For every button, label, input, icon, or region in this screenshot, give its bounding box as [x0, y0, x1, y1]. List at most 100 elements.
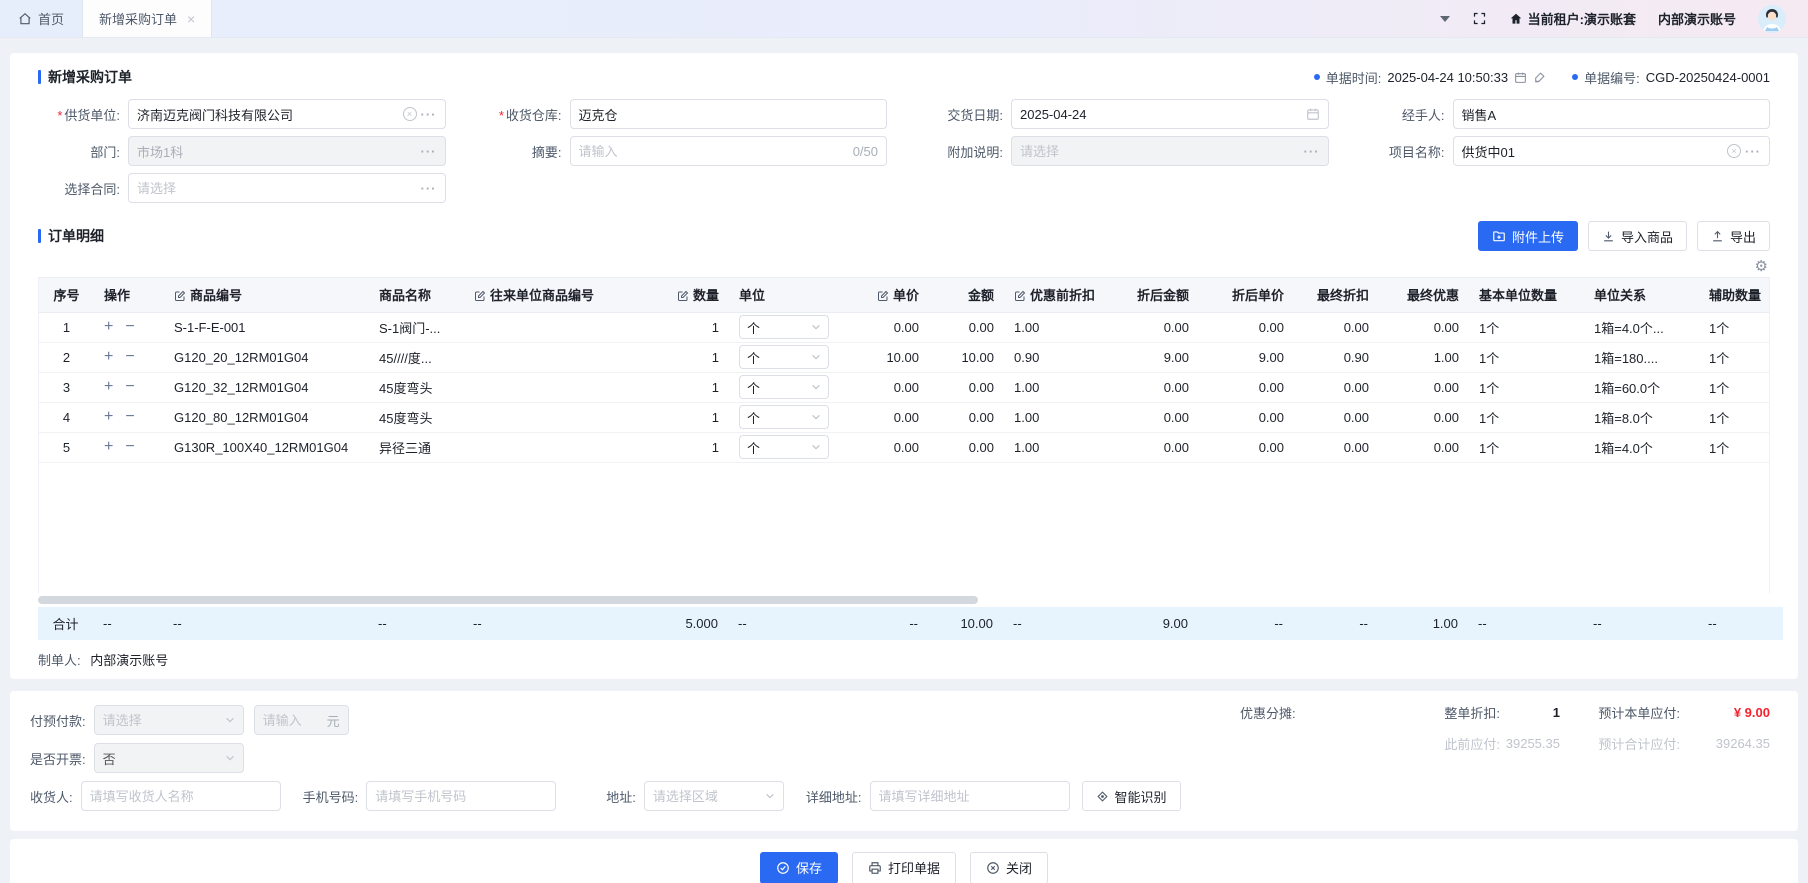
unit-select[interactable]: 个 [739, 435, 829, 459]
cell-pre-discount[interactable]: 0.90 [1004, 342, 1109, 372]
cell-partner-product-code[interactable] [464, 402, 639, 432]
dropdown-caret-icon[interactable] [1440, 16, 1450, 22]
extra-note-input[interactable] [1020, 144, 1298, 159]
cell-partner-product-code[interactable] [464, 432, 639, 462]
add-row-button[interactable]: + [104, 318, 113, 335]
unit-select[interactable]: 个 [739, 315, 829, 339]
summary-field[interactable]: 0/50 [570, 136, 888, 166]
cell-product-code[interactable]: G120_80_12RM01G04 [164, 402, 369, 432]
handler-field[interactable] [1453, 99, 1771, 129]
cell-partner-product-code[interactable] [464, 312, 639, 342]
add-row-button[interactable]: + [104, 438, 113, 455]
supplier-field[interactable]: × ··· [128, 99, 446, 129]
delivery-date-input[interactable] [1020, 107, 1300, 122]
unit-select[interactable]: 个 [739, 345, 829, 369]
supplier-input[interactable] [137, 107, 397, 122]
contract-input[interactable] [137, 181, 415, 196]
contract-field[interactable]: ··· [128, 173, 446, 203]
handler-input[interactable] [1462, 107, 1762, 122]
cell-unit-price[interactable]: 0.00 [839, 372, 929, 402]
fullscreen-icon[interactable] [1472, 11, 1487, 26]
cell-quantity[interactable]: 1 [639, 432, 729, 462]
phone-input[interactable] [375, 789, 547, 804]
cell-partner-product-code[interactable] [464, 372, 639, 402]
add-row-button[interactable]: + [104, 408, 113, 425]
add-row-button[interactable]: + [104, 348, 113, 365]
prepay-select[interactable] [94, 705, 244, 735]
cell-product-code[interactable]: G120_32_12RM01G04 [164, 372, 369, 402]
calendar-icon[interactable] [1306, 107, 1320, 121]
cell-pre-discount[interactable]: 1.00 [1004, 402, 1109, 432]
invoice-select[interactable] [94, 743, 244, 773]
cell-unit-price[interactable]: 0.00 [839, 432, 929, 462]
table-settings-icon[interactable]: ⚙ [1755, 257, 1768, 275]
warehouse-field[interactable] [570, 99, 888, 129]
remove-row-button[interactable]: − [125, 408, 134, 425]
smart-recognize-button[interactable]: 智能识别 [1082, 781, 1181, 811]
cell-unit[interactable]: 个 [729, 312, 839, 342]
remove-row-button[interactable]: − [125, 348, 134, 365]
user-avatar[interactable] [1758, 5, 1786, 33]
save-button[interactable]: 保存 [760, 852, 838, 883]
cell-quantity[interactable]: 1 [639, 372, 729, 402]
delivery-date-field[interactable] [1011, 99, 1329, 129]
detail-address-field[interactable] [870, 781, 1070, 811]
invoice-select-input[interactable] [103, 751, 219, 766]
export-button[interactable]: 导出 [1697, 221, 1770, 251]
prepay-select-input[interactable] [103, 713, 219, 728]
unit-select[interactable]: 个 [739, 405, 829, 429]
cell-partner-product-code[interactable] [464, 342, 639, 372]
calendar-icon[interactable] [1514, 71, 1527, 84]
address-select[interactable] [644, 781, 784, 811]
cell-unit[interactable]: 个 [729, 342, 839, 372]
summary-input[interactable] [579, 144, 847, 159]
cell-actions[interactable]: +− [94, 432, 164, 462]
account-name[interactable]: 内部演示账号 [1658, 9, 1736, 28]
horizontal-scrollbar[interactable] [38, 596, 1770, 604]
receiver-field[interactable] [81, 781, 281, 811]
more-options-icon[interactable]: ··· [1745, 144, 1761, 159]
receiver-input[interactable] [90, 789, 272, 804]
address-select-input[interactable] [653, 789, 759, 804]
tab-new-purchase-order[interactable]: 新增采购订单 × [82, 0, 212, 37]
cell-quantity[interactable]: 1 [639, 312, 729, 342]
scrollbar-thumb[interactable] [38, 596, 978, 604]
current-tenant[interactable]: 当前租户:演示账套 [1509, 9, 1636, 28]
tab-close-icon[interactable]: × [187, 11, 195, 27]
clear-icon[interactable]: × [1727, 144, 1741, 158]
cell-actions[interactable]: +− [94, 372, 164, 402]
cell-product-code[interactable]: S-1-F-E-001 [164, 312, 369, 342]
cell-actions[interactable]: +− [94, 402, 164, 432]
cell-actions[interactable]: +− [94, 312, 164, 342]
cell-unit-price[interactable]: 0.00 [839, 312, 929, 342]
cell-pre-discount[interactable]: 1.00 [1004, 432, 1109, 462]
detail-address-input[interactable] [879, 789, 1061, 804]
cell-actions[interactable]: +− [94, 342, 164, 372]
clear-icon[interactable]: × [403, 107, 417, 121]
attachment-upload-button[interactable]: 附件上传 [1478, 221, 1578, 251]
cell-pre-discount[interactable]: 1.00 [1004, 312, 1109, 342]
more-options-icon[interactable]: ··· [421, 181, 437, 196]
unit-select[interactable]: 个 [739, 375, 829, 399]
project-field[interactable]: × ··· [1453, 136, 1771, 166]
add-row-button[interactable]: + [104, 378, 113, 395]
nav-home[interactable]: 首页 [0, 0, 82, 37]
more-options-icon[interactable]: ··· [421, 107, 437, 122]
cell-unit-price[interactable]: 10.00 [839, 342, 929, 372]
phone-field[interactable] [366, 781, 556, 811]
import-products-button[interactable]: 导入商品 [1588, 221, 1687, 251]
cell-unit[interactable]: 个 [729, 432, 839, 462]
edit-time-icon[interactable] [1533, 71, 1546, 84]
remove-row-button[interactable]: − [125, 378, 134, 395]
cell-product-code[interactable]: G130R_100X40_12RM01G04 [164, 432, 369, 462]
extra-note-field[interactable]: ··· [1011, 136, 1329, 166]
print-button[interactable]: 打印单据 [852, 852, 956, 883]
remove-row-button[interactable]: − [125, 318, 134, 335]
cell-pre-discount[interactable]: 1.00 [1004, 372, 1109, 402]
cell-unit[interactable]: 个 [729, 372, 839, 402]
remove-row-button[interactable]: − [125, 438, 134, 455]
close-button[interactable]: 关闭 [970, 852, 1048, 883]
cell-quantity[interactable]: 1 [639, 402, 729, 432]
cell-unit[interactable]: 个 [729, 402, 839, 432]
cell-quantity[interactable]: 1 [639, 342, 729, 372]
